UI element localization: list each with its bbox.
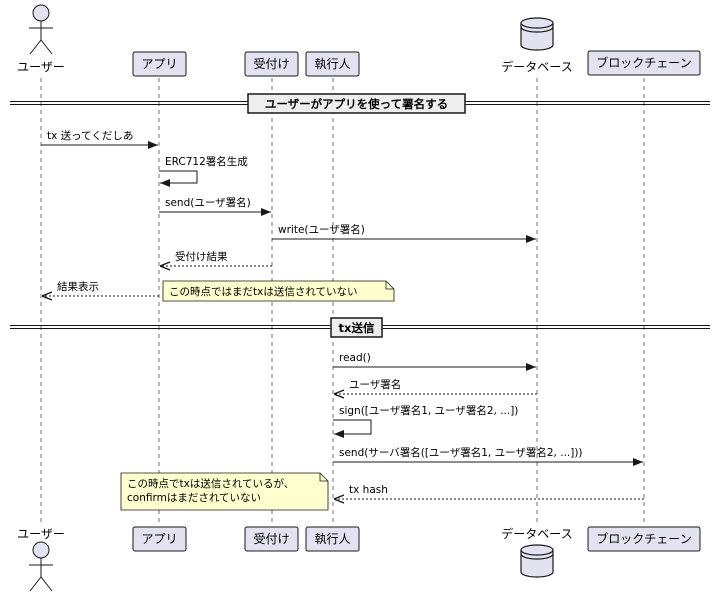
- participant-label: 受付け: [253, 57, 289, 71]
- message-6: read(): [333, 352, 536, 371]
- actor-leg-left: [29, 39, 42, 55]
- participant-label: 執行人: [314, 532, 350, 546]
- message-label: read(): [339, 352, 371, 364]
- database-db-top: [520, 17, 554, 51]
- actor-leg-right: [40, 39, 53, 55]
- sequence-diagram: ユーザーユーザーアプリアプリ受付け受付け執行人執行人データベースデータベースブロ…: [10, 4, 710, 592]
- separator-title: ユーザーがアプリを使って署名する: [265, 97, 448, 111]
- actor-user-bottom: [29, 541, 53, 592]
- participant-recv-bottom: 受付け: [244, 526, 299, 552]
- participant-exec-top: 執行人: [305, 51, 360, 77]
- participant-app-bottom: アプリ: [132, 526, 187, 552]
- message-1: ERC712署名生成: [159, 155, 248, 187]
- section-separator-1: tx送信: [10, 317, 710, 338]
- note-1: この時点でtxは送信されているが、 confirmはまだされていない: [120, 472, 329, 511]
- participant-label-db-top: データベース: [501, 59, 572, 74]
- self-message-arrow: [333, 419, 372, 438]
- note-0: この時点ではまだtxは送信されていない: [162, 280, 395, 302]
- separator-title: tx送信: [339, 321, 375, 335]
- participant-chain-bottom: ブロックチェーン: [587, 526, 701, 552]
- actor-leg-right: [40, 576, 53, 592]
- message-label: tx hash: [349, 484, 388, 496]
- participant-chain-top: ブロックチェーン: [587, 50, 701, 76]
- participant-app-top: アプリ: [132, 51, 187, 77]
- participant-label: ブロックチェーン: [596, 55, 691, 70]
- note-text: この時点でtxは送信されているが、: [127, 477, 294, 490]
- database-db-bottom: [520, 544, 554, 578]
- message-8: sign([ユーザ署名1, ユーザ署名2, ...]): [333, 404, 518, 438]
- self-message-arrow: [159, 170, 198, 187]
- message-label: write(ユーザ署名): [278, 223, 365, 236]
- section-separator-0: ユーザーがアプリを使って署名する: [10, 93, 710, 114]
- message-7: ユーザ署名: [334, 378, 537, 394]
- message-label: 結果表示: [57, 280, 99, 293]
- message-label: 受付け結果: [175, 250, 228, 263]
- message-10: tx hash: [334, 484, 644, 499]
- message-label: ユーザ署名: [349, 378, 401, 391]
- note-text: confirmはまだされていない: [127, 492, 261, 504]
- message-9: send(サーバ署名([ユーザ署名1, ユーザ署名2, ...])): [333, 446, 643, 466]
- participant-label-user-top: ユーザー: [17, 60, 65, 74]
- actor-leg-left: [29, 576, 42, 592]
- message-label: ERC712署名生成: [165, 155, 248, 168]
- participant-label: ブロックチェーン: [596, 531, 691, 546]
- participant-label-db-bottom: データベース: [501, 526, 572, 541]
- participant-label-user-bottom: ユーザー: [17, 527, 65, 541]
- message-5: 結果表示: [42, 280, 159, 296]
- message-4: 受付け結果: [160, 250, 272, 266]
- database-top: [520, 544, 554, 556]
- message-label: send(ユーザ署名): [165, 196, 251, 209]
- participant-exec-bottom: 執行人: [305, 526, 360, 552]
- actor-user-top: [29, 4, 53, 55]
- message-2: send(ユーザ署名): [159, 196, 271, 216]
- message-label: sign([ユーザ署名1, ユーザ署名2, ...]): [339, 404, 518, 417]
- participant-recv-top: 受付け: [244, 51, 299, 77]
- participant-label: 受付け: [253, 532, 289, 546]
- participant-label: アプリ: [141, 532, 177, 546]
- message-label: tx 送ってくだしあ: [47, 129, 133, 142]
- message-3: write(ユーザ署名): [272, 223, 536, 243]
- participant-label: アプリ: [141, 57, 177, 71]
- actor-head: [32, 541, 50, 559]
- message-label: send(サーバ署名([ユーザ署名1, ユーザ署名2, ...])): [339, 446, 583, 459]
- note-text: この時点ではまだtxは送信されていない: [169, 285, 358, 298]
- participant-label: 執行人: [314, 57, 350, 71]
- database-top: [520, 17, 554, 29]
- message-0: tx 送ってくだしあ: [41, 129, 158, 149]
- actor-head: [32, 4, 50, 22]
